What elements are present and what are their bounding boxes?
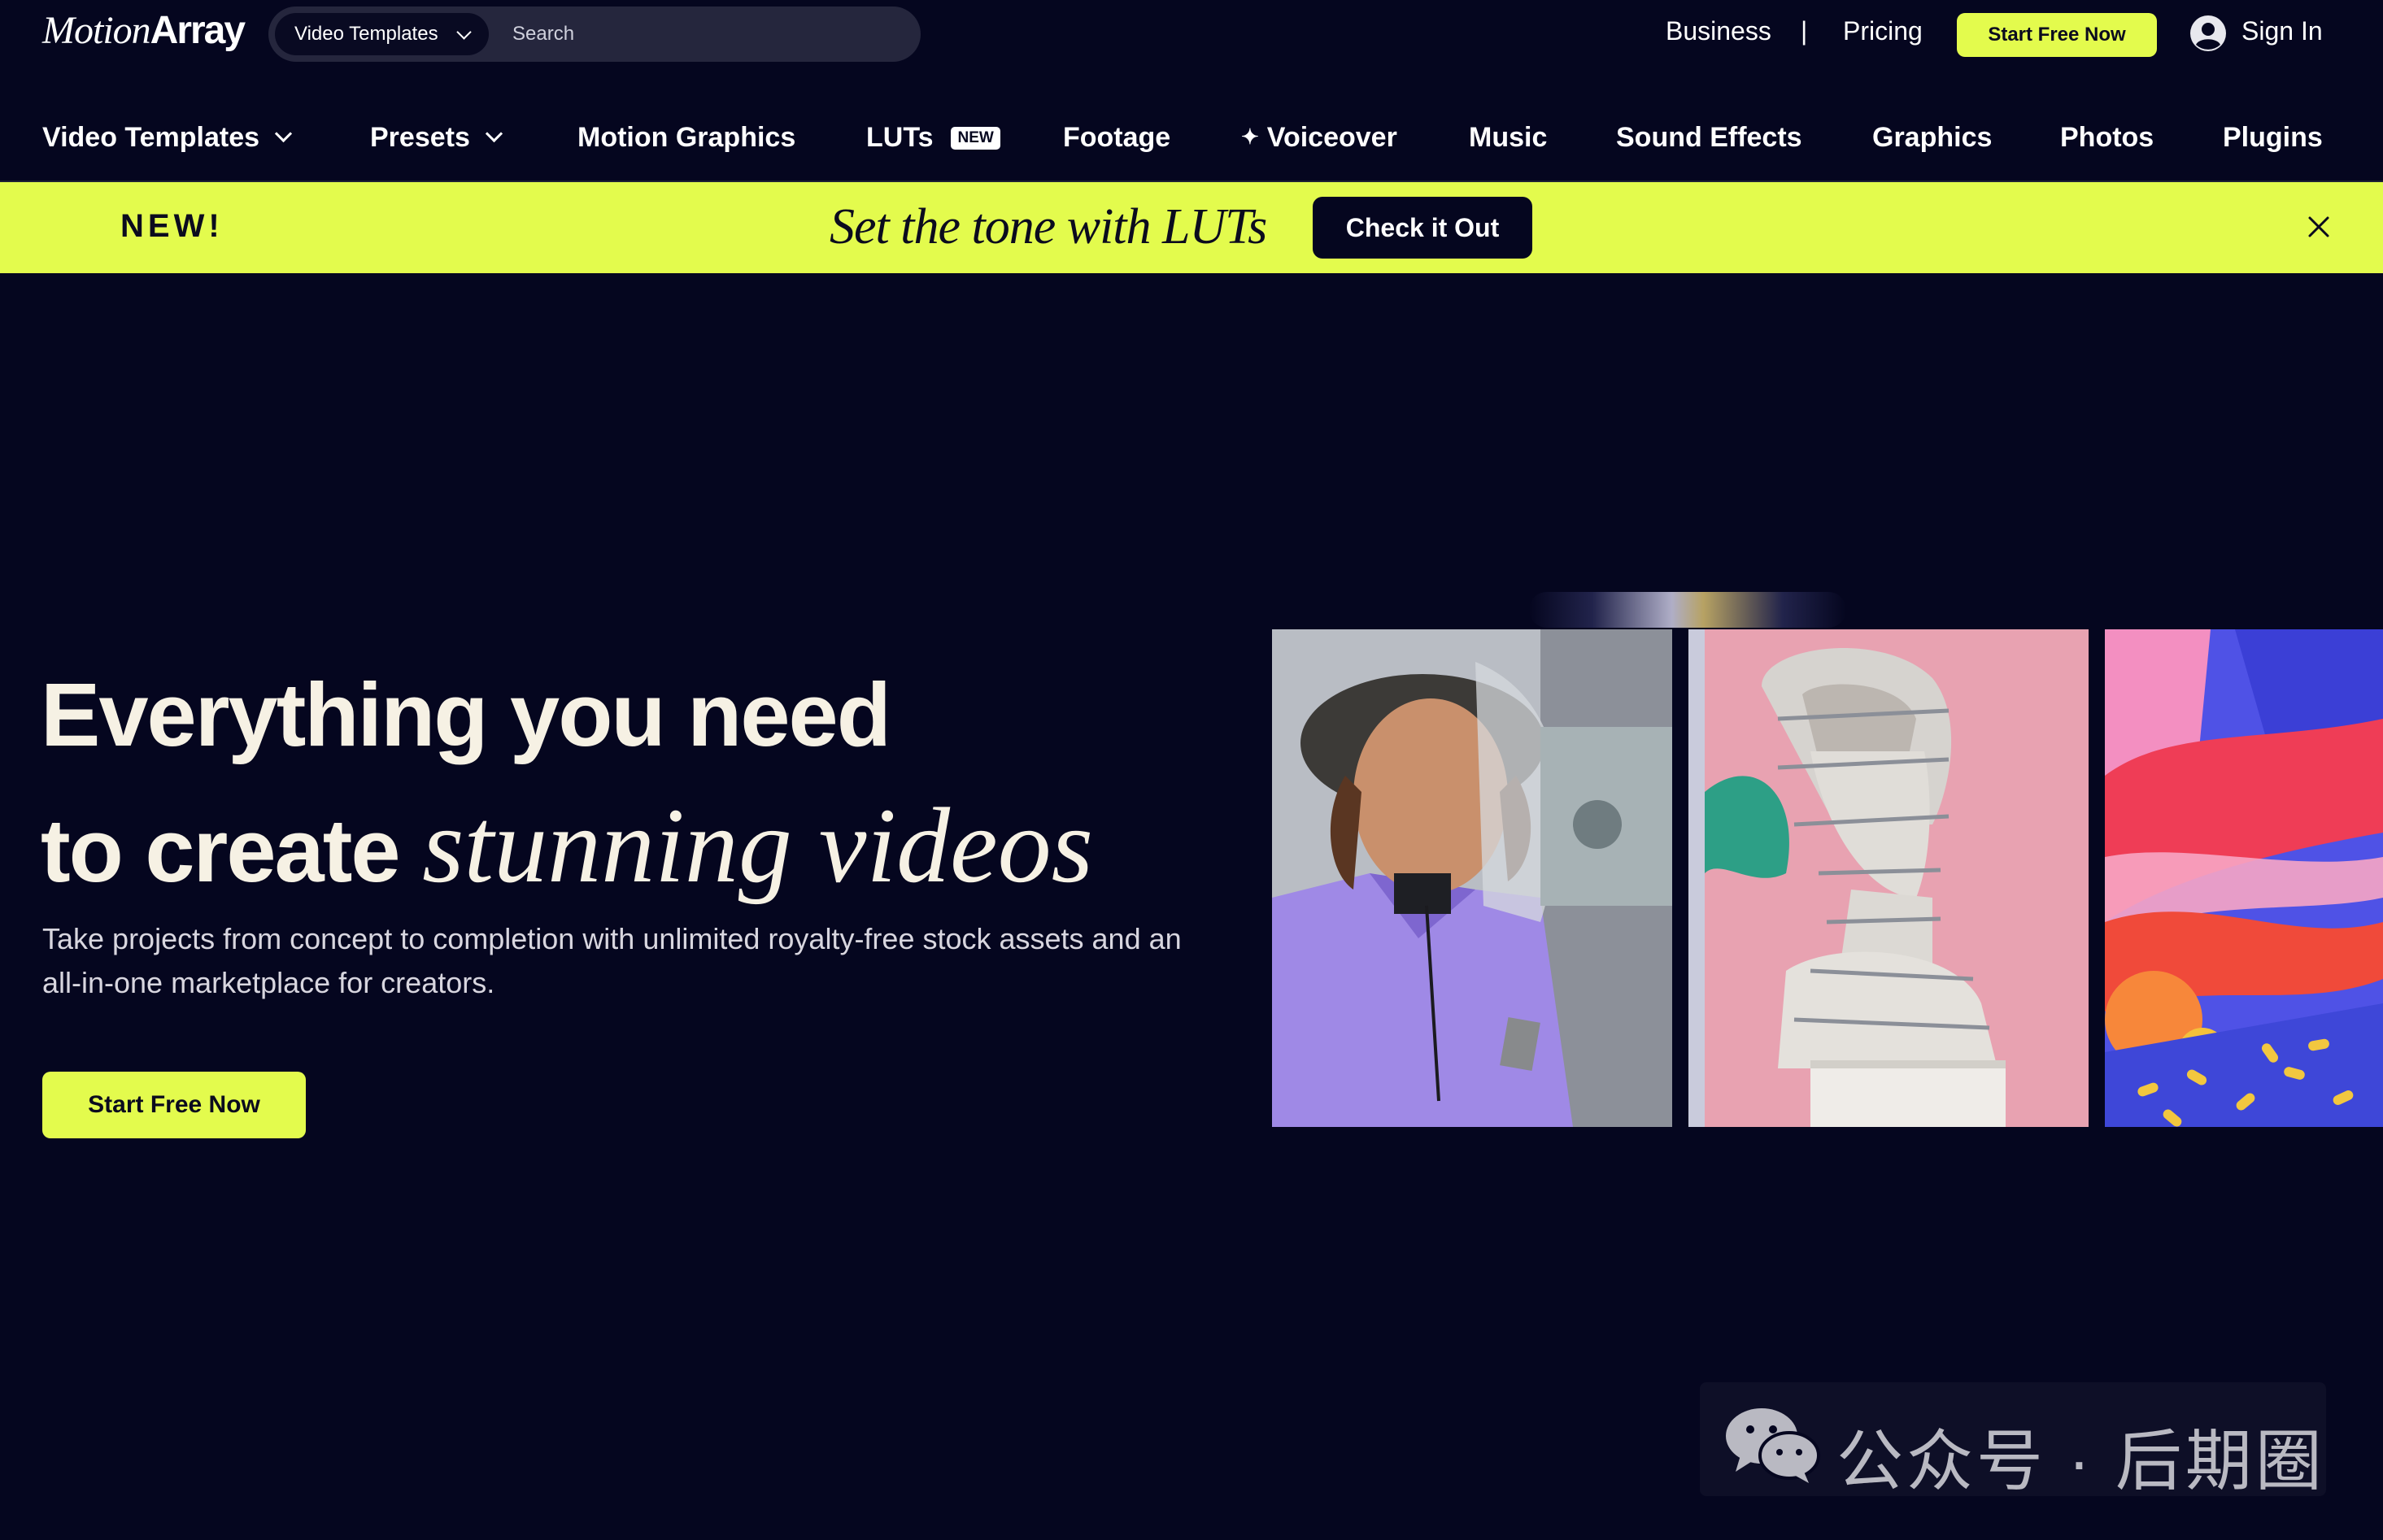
nav-video-templates-label: Video Templates xyxy=(42,122,260,153)
nav-luts-label: LUTs xyxy=(866,122,934,153)
decorative-glow xyxy=(1529,592,1846,628)
nav-presets[interactable]: Presets xyxy=(370,122,503,154)
top-bar: MotionArray Video Templates Search Busin… xyxy=(0,0,2383,68)
search-category-label: Video Templates xyxy=(294,23,438,45)
link-separator: | xyxy=(1801,16,1808,46)
chevron-down-icon xyxy=(455,24,472,40)
watermark-text: 公众号 · 后期圈 xyxy=(1836,1425,2325,1499)
search-category-dropdown[interactable]: Video Templates xyxy=(275,13,489,55)
hero-headline-line2-italic: stunning videos xyxy=(422,785,1094,905)
check-it-out-button[interactable]: Check it Out xyxy=(1313,197,1532,259)
search-input[interactable]: Search xyxy=(512,7,574,62)
close-icon[interactable] xyxy=(2305,213,2333,241)
hero-media-tile-statue xyxy=(1688,629,2089,1127)
chevron-down-icon xyxy=(485,124,503,143)
nav-sound-effects[interactable]: Sound Effects xyxy=(1616,122,1802,154)
wechat-icon xyxy=(1726,1408,1820,1483)
promo-headline: Set the tone with LUTs xyxy=(830,199,1267,254)
nav-graphics[interactable]: Graphics xyxy=(1872,122,1992,154)
promo-banner: NEW! Set the tone with LUTs Check it Out xyxy=(0,182,2383,273)
motion-array-logo[interactable]: MotionArray xyxy=(42,8,246,53)
hero-media-tile-abstract xyxy=(2105,629,2383,1127)
nav-footage[interactable]: Footage xyxy=(1063,122,1170,154)
new-badge: NEW xyxy=(951,127,1000,150)
start-free-now-header-button[interactable]: Start Free Now xyxy=(1957,13,2157,57)
search-bar: Video Templates Search xyxy=(268,7,921,62)
nav-plugins[interactable]: Plugins xyxy=(2223,122,2323,154)
nav-motion-graphics[interactable]: Motion Graphics xyxy=(577,122,795,154)
nav-music[interactable]: Music xyxy=(1469,122,1547,154)
hero-subtitle: Take projects from concept to completion… xyxy=(42,922,1182,999)
nav-video-templates[interactable]: Video Templates xyxy=(42,122,293,154)
pricing-link[interactable]: Pricing xyxy=(1843,16,1923,46)
sign-in-link[interactable]: Sign In xyxy=(2241,16,2323,46)
start-free-now-hero-button[interactable]: Start Free Now xyxy=(42,1072,306,1138)
wechat-watermark: 公众号 · 后期圈 xyxy=(1700,1382,2326,1499)
sparkle-icon: ✦ xyxy=(1241,124,1259,149)
nav-photos[interactable]: Photos xyxy=(2060,122,2154,154)
nav-luts[interactable]: LUTs NEW xyxy=(866,122,1000,154)
hero-headline-line2: to create stunning videos xyxy=(41,781,1093,916)
logo-text-array: Array xyxy=(150,9,246,52)
nav-voiceover-label: Voiceover xyxy=(1266,122,1397,153)
logo-text-motion: Motion xyxy=(42,9,151,52)
hero-headline-line2-plain: to create xyxy=(41,801,423,901)
hero-headline-line1: Everything you need xyxy=(41,665,891,765)
nav-presets-label: Presets xyxy=(370,122,470,153)
business-link[interactable]: Business xyxy=(1666,16,1771,46)
user-circle-icon[interactable] xyxy=(2189,15,2227,52)
category-nav: Video Templates Presets Motion Graphics … xyxy=(0,114,2383,166)
nav-voiceover[interactable]: ✦ Voiceover xyxy=(1241,122,1397,154)
chevron-down-icon xyxy=(274,124,293,143)
promo-new-tag: NEW! xyxy=(120,208,224,244)
hero-media-tile-portrait xyxy=(1272,629,1672,1127)
hero-headline: Everything you need to create stunning v… xyxy=(41,650,1093,916)
